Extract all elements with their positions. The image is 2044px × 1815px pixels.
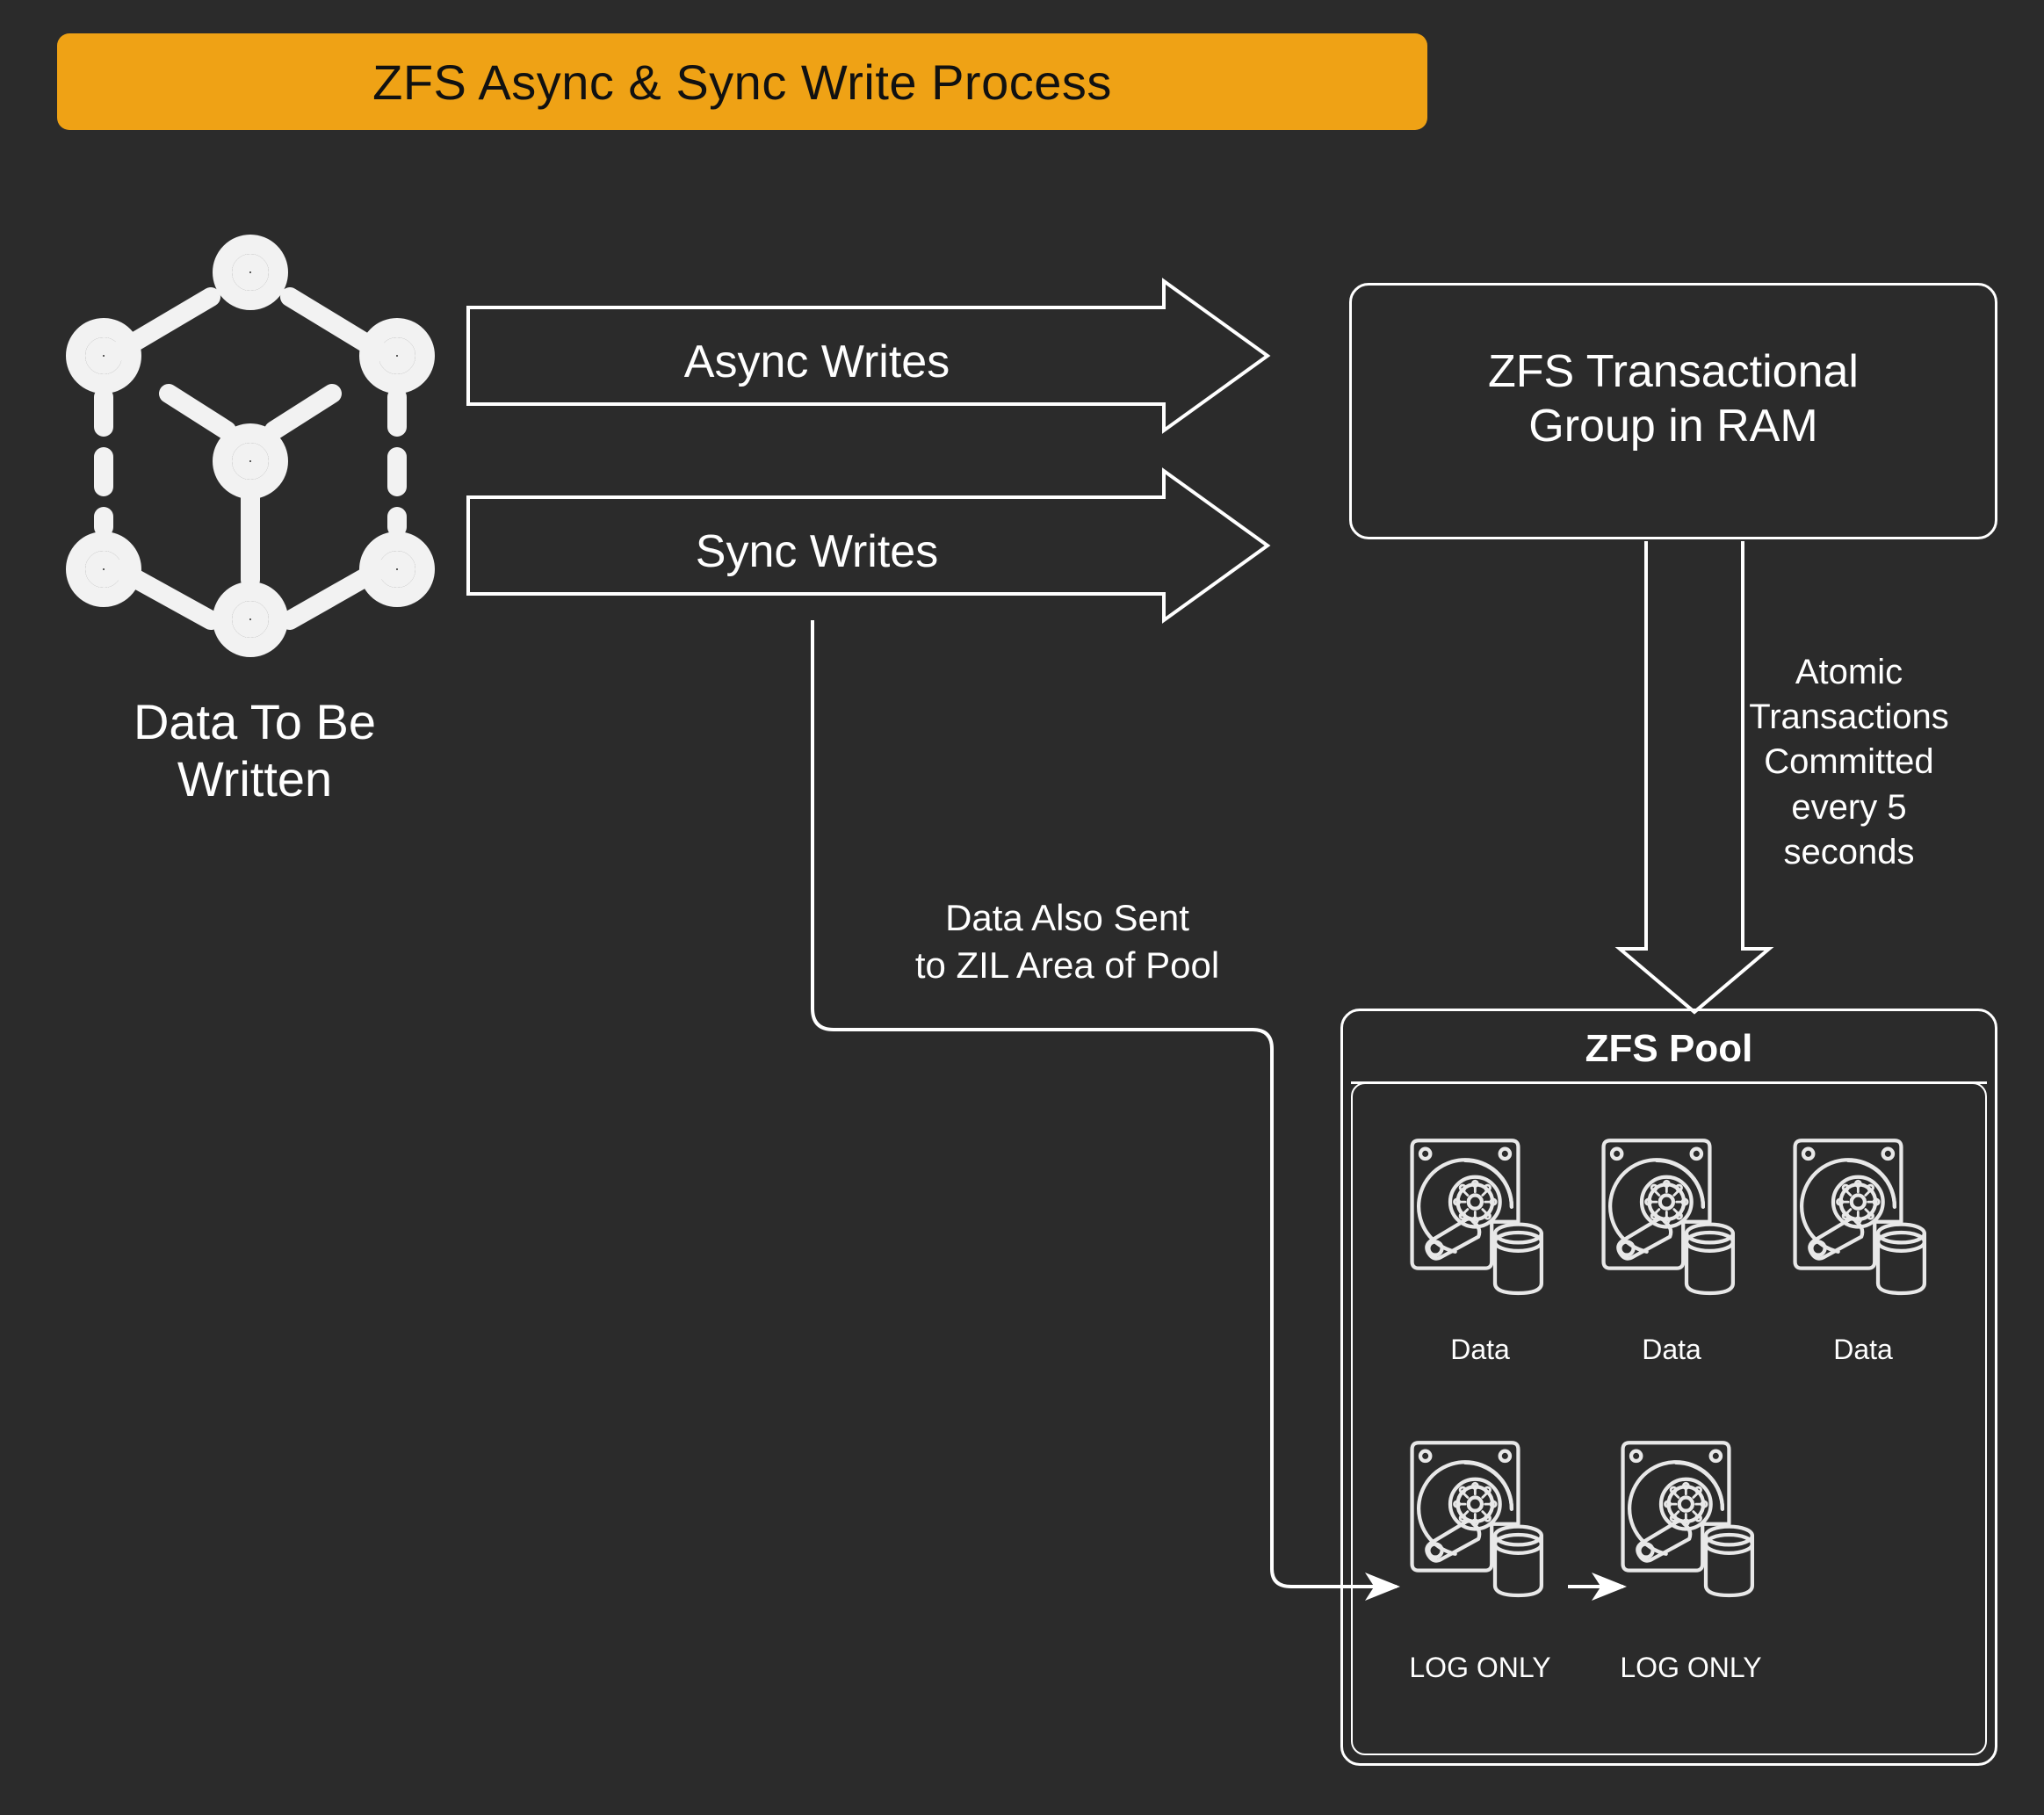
hexagon-node-graph-icon — [66, 235, 435, 657]
zfs-transactional-group-label: ZFS Transactional Group in RAM — [1488, 346, 1859, 452]
pool-data-disk-1 — [1405, 1135, 1555, 1302]
zfs-pool-title: ZFS Pool — [1585, 1027, 1753, 1070]
pool-log-disk-2-label: LOG ONLY — [1620, 1652, 1762, 1683]
hard-disk-icon — [1597, 1135, 1746, 1302]
source-label: Data To Be Written — [133, 694, 377, 806]
zil-branch-connector — [811, 620, 1400, 1601]
atomic-commit-label: Atomic Transactions Committed every 5 se… — [1749, 653, 1949, 871]
page-title: ZFS Async & Sync Write Process — [372, 54, 1112, 110]
zil-branch-label: Data Also Sent to ZIL Area of Pool — [914, 897, 1220, 986]
pool-data-disk-1-label: Data — [1450, 1334, 1510, 1365]
pool-log-disk-2 — [1616, 1437, 1766, 1604]
pool-data-disk-2-label: Data — [1642, 1334, 1701, 1365]
pool-data-disk-2 — [1597, 1135, 1746, 1302]
hard-disk-icon — [1405, 1135, 1555, 1302]
hard-disk-icon — [1616, 1437, 1766, 1604]
sync-writes-label: Sync Writes — [695, 526, 939, 577]
pool-data-disk-3-label: Data — [1833, 1334, 1893, 1365]
hard-disk-icon — [1788, 1135, 1938, 1302]
pool-log-disk-1-label: LOG ONLY — [1409, 1652, 1551, 1683]
async-writes-label: Async Writes — [683, 336, 950, 387]
diagram-canvas: ZFS Async & Sync Write Process Data To B… — [0, 0, 2044, 1815]
diagram-title-banner: ZFS Async & Sync Write Process — [57, 33, 1427, 130]
pool-data-disk-3 — [1788, 1135, 1938, 1302]
hard-disk-icon — [1405, 1437, 1555, 1604]
pool-log-disk-1 — [1405, 1437, 1555, 1604]
